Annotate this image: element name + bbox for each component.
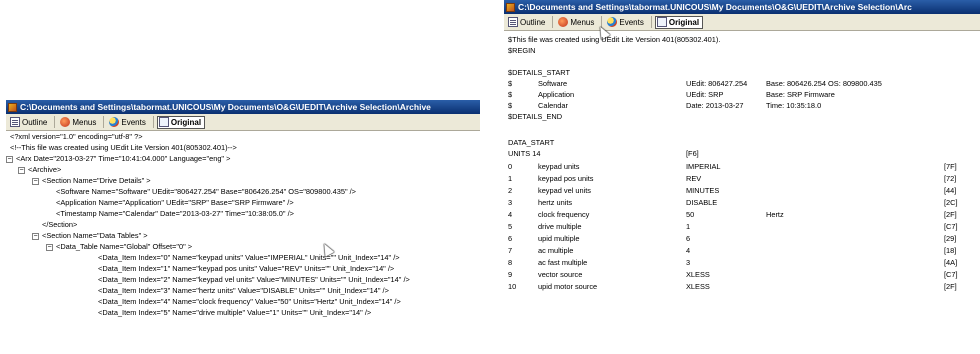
left-window-title: C:\Documents and Settings\tabormat.UNICO…	[20, 102, 431, 112]
outline-tab[interactable]: Outline	[506, 16, 549, 29]
data-row: 8 ac fast multiple 3 [4A]	[508, 258, 958, 267]
tree-node-label: <Section Name="Data Tables" >	[42, 231, 148, 240]
events-icon	[607, 17, 618, 27]
toolbar-separator	[650, 16, 652, 28]
original-tab[interactable]: Original	[654, 15, 704, 29]
events-tab[interactable]: Events	[107, 116, 149, 129]
outline-label: Outline	[22, 117, 48, 127]
data-row: 5 drive multiple 1 [C7]	[508, 222, 958, 231]
details-start: $DETAILS_START	[508, 68, 571, 77]
data-row: 4 clock frequency 50 Hertz [2F]	[508, 210, 957, 219]
data-row: 9 vector source XLESS [C7]	[508, 270, 958, 279]
data-row: 7 ac multiple 4 [18]	[508, 246, 957, 255]
right-window-title: C:\Documents and Settings\tabormat.UNICO…	[518, 2, 912, 12]
events-label: Events	[121, 117, 146, 127]
app-icon	[506, 2, 515, 12]
menus-tab[interactable]: Menus	[58, 116, 100, 129]
xml-declaration[interactable]: <?xml version="1.0" encoding="utf-8" ?>	[10, 131, 143, 142]
right-title-bar[interactable]: C:\Documents and Settings\tabormat.UNICO…	[504, 0, 980, 14]
menus-icon	[60, 117, 71, 127]
events-label: Events	[619, 17, 644, 27]
data-start: DATA_START	[508, 138, 555, 147]
app-icon	[8, 102, 17, 112]
tree-node-application[interactable]: <Application Name="Application" UEdit="S…	[56, 197, 294, 208]
details-row: $ Software UEdit: 806427.254 Base: 806426.2…	[508, 79, 882, 88]
tree-node-data-table-global[interactable]: − <Data_Table Name="Global" Offset="0" >	[46, 241, 192, 252]
original-icon	[158, 117, 169, 127]
menus-label: Menus	[72, 117, 97, 127]
events-icon	[109, 117, 120, 127]
tree-node-label: <Archive>	[28, 165, 62, 174]
tree-node-data-item[interactable]: <Data_Item Index="2" Name="keypad vel un…	[98, 274, 410, 285]
tree-node-section-drive-details[interactable]: − <Section Name="Drive Details" >	[32, 175, 151, 186]
left-title-bar[interactable]: C:\Documents and Settings\tabormat.UNICO…	[6, 100, 480, 114]
outline-icon	[10, 117, 20, 127]
tree-node-arx[interactable]: − <Arx Date="2013-03-27" Time="10:41:04.0…	[6, 153, 230, 164]
details-row: $ Calendar Date: 2013-03-27 Time: 10:35:18.…	[508, 101, 822, 110]
menus-label: Menus	[570, 17, 595, 27]
outline-label: Outline	[520, 17, 546, 27]
toolbar-separator	[152, 116, 154, 128]
xml-tree-view: <?xml version="1.0" encoding="utf-8" ?> …	[6, 131, 480, 354]
header-begin: $REGIN	[508, 46, 536, 55]
original-text-view: $This file was created using UEdit Lite …	[504, 31, 980, 354]
xml-comment[interactable]: <!--This file was created using UEdit Li…	[10, 142, 237, 153]
details-row: $ Application UEdit: SRP Base: SRP Firmware	[508, 90, 835, 99]
collapse-toggle-icon[interactable]: −	[18, 166, 25, 174]
original-tab[interactable]: Original	[156, 115, 206, 129]
menus-icon	[558, 17, 569, 27]
original-label: Original	[668, 17, 700, 27]
outline-tab[interactable]: Outline	[8, 116, 51, 129]
outline-icon	[508, 17, 518, 27]
data-row: 0 keypad units IMPERIAL [7F]	[508, 162, 957, 171]
left-window: C:\Documents and Settings\tabormat.UNICO…	[6, 100, 480, 354]
right-toolbar: Outline Menus Events Original	[504, 14, 980, 31]
data-row: 10 upid motor source XLESS [2F]	[508, 282, 957, 291]
tree-node-timestamp[interactable]: <Timestamp Name="Calendar" Date="2013-03…	[56, 208, 294, 219]
menus-tab[interactable]: Menus	[556, 16, 598, 29]
tree-node-archive[interactable]: − <Archive>	[18, 164, 61, 175]
tree-node-software[interactable]: <Software Name="Software" UEdit="806427.…	[56, 186, 356, 197]
toolbar-separator	[54, 116, 56, 128]
data-row: 3 hertz units DISABLE [2C]	[508, 198, 958, 207]
collapse-toggle-icon[interactable]: −	[46, 243, 53, 251]
data-row: 6 upid multiple 6 [29]	[508, 234, 957, 243]
tree-node-data-item[interactable]: <Data_Item Index="4" Name="clock frequen…	[98, 296, 401, 307]
tree-node-data-item[interactable]: <Data_Item Index="0" Name="keypad units"…	[98, 252, 400, 263]
toolbar-separator	[103, 116, 105, 128]
tree-node-section-end[interactable]: </Section>	[42, 219, 77, 230]
units-row: UNITS 14 [F6]	[508, 149, 699, 158]
tree-node-label: <Section Name="Drive Details" >	[42, 176, 151, 185]
original-icon	[656, 17, 667, 27]
collapse-toggle-icon[interactable]: −	[32, 177, 39, 185]
header-comment: $This file was created using UEdit Lite …	[508, 35, 721, 44]
collapse-toggle-icon[interactable]: −	[6, 155, 13, 163]
tree-node-section-data-tables[interactable]: − <Section Name="Data Tables" >	[32, 230, 148, 241]
toolbar-separator	[552, 16, 554, 28]
tree-node-data-item[interactable]: <Data_Item Index="5" Name="drive multipl…	[98, 307, 371, 318]
tree-node-data-item[interactable]: <Data_Item Index="1" Name="keypad pos un…	[98, 263, 394, 274]
tree-node-label: <Data_Table Name="Global" Offset="0" >	[56, 242, 193, 251]
tree-node-data-item[interactable]: <Data_Item Index="3" Name="hertz units" …	[98, 285, 389, 296]
details-end: $DETAILS_END	[508, 112, 563, 121]
data-row: 1 keypad pos units REV [72]	[508, 174, 957, 183]
original-label: Original	[170, 117, 202, 127]
right-window: C:\Documents and Settings\tabormat.UNICO…	[504, 0, 980, 354]
tree-node-label: <Arx Date="2013-03-27" Time="10:41:04.00…	[16, 154, 231, 163]
events-tab[interactable]: Events	[605, 16, 647, 29]
left-toolbar: Outline Menus Events Original	[6, 114, 480, 131]
collapse-toggle-icon[interactable]: −	[32, 232, 39, 240]
data-row: 2 keypad vel units MINUTES [44]	[508, 186, 957, 195]
